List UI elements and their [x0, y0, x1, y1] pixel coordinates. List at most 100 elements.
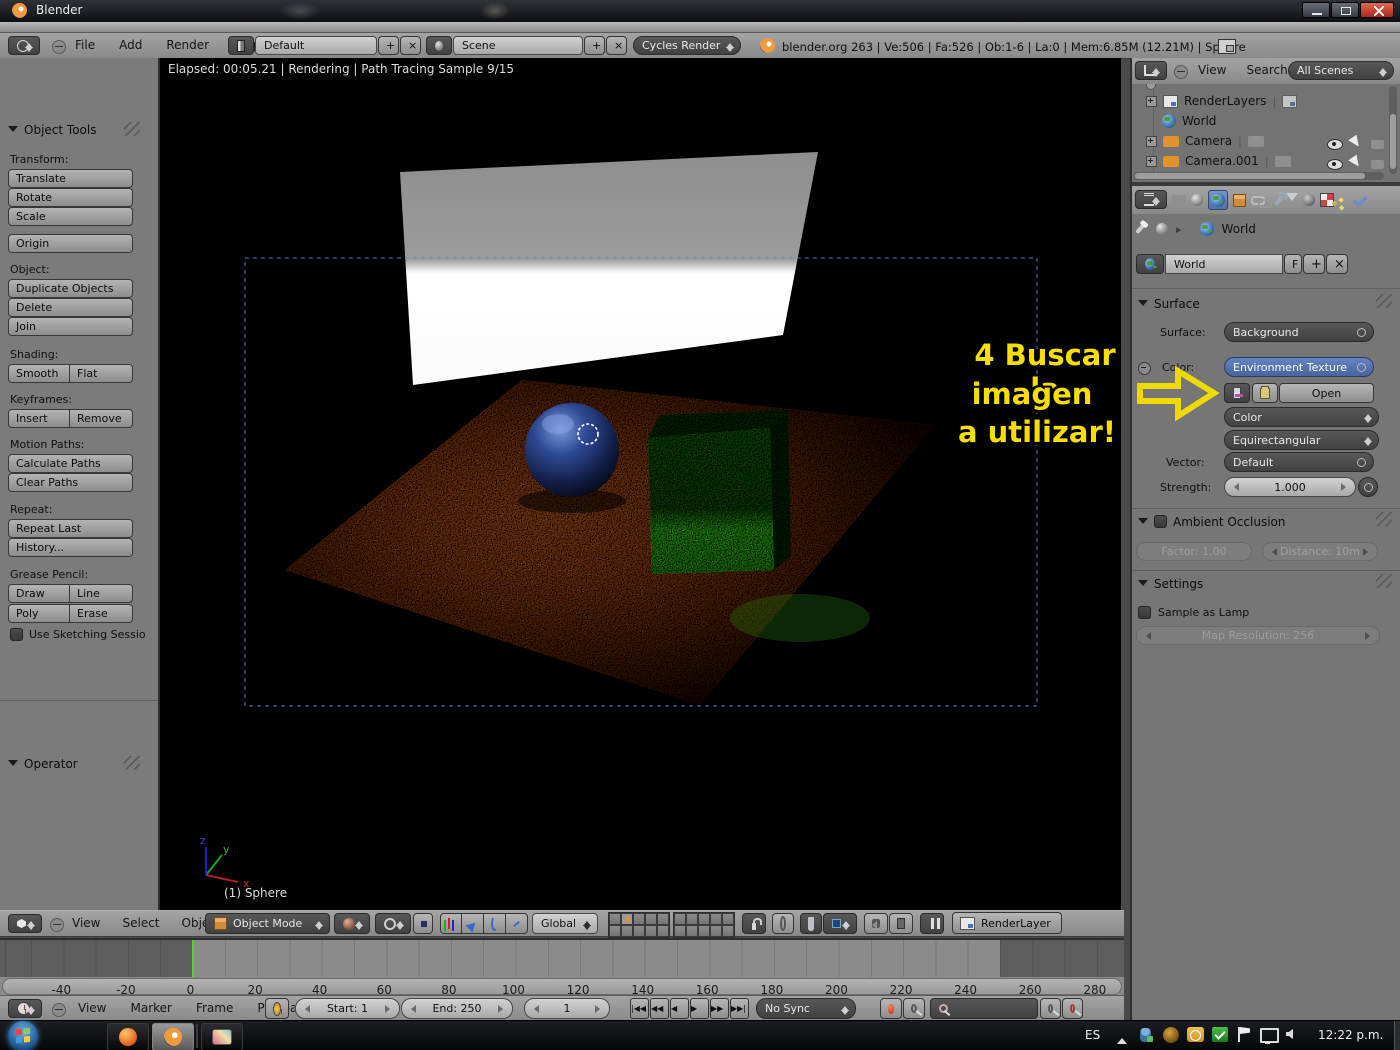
- scene-add-button[interactable]: +: [584, 36, 605, 55]
- outliner-item-label[interactable]: World: [1182, 114, 1216, 128]
- join-button[interactable]: Join: [8, 317, 133, 336]
- screen-name-field[interactable]: Default: [255, 36, 377, 55]
- start-button[interactable]: [8, 1021, 38, 1050]
- orientation-dropdown[interactable]: Global: [532, 913, 598, 934]
- expand-icon[interactable]: [1146, 135, 1157, 147]
- close-button[interactable]: [1360, 2, 1394, 18]
- auto-keying-mode-button[interactable]: [903, 998, 925, 1019]
- playback-button[interactable]: ▶▶: [710, 998, 729, 1019]
- rotate-manipulator-button[interactable]: [484, 913, 506, 934]
- tab-data-icon[interactable]: [1286, 193, 1298, 207]
- line-button[interactable]: Line: [70, 584, 133, 603]
- renderable-camera-icon[interactable]: [1371, 159, 1384, 170]
- ao-distance-slider[interactable]: Distance: 10m: [1262, 542, 1378, 561]
- tab-constraints-icon[interactable]: [1251, 195, 1272, 208]
- object-tools-panel-header[interactable]: Object Tools: [8, 122, 96, 137]
- viewport-3d[interactable]: x y z Elapsed: 00:05.21 | Rendering | Pa…: [160, 58, 1121, 910]
- screen-delete-button[interactable]: ×: [400, 36, 421, 55]
- taskbar-paint-button[interactable]: [201, 1023, 243, 1050]
- info-menu-item[interactable]: Add: [119, 38, 142, 52]
- outliner-menu-item[interactable]: View: [1198, 63, 1226, 77]
- outliner-hscrollbar[interactable]: [1134, 172, 1384, 180]
- layers-grid-2[interactable]: [673, 912, 735, 938]
- frame-start-field[interactable]: Start: 1: [295, 998, 400, 1019]
- tray-flag-icon[interactable]: [1238, 1027, 1250, 1042]
- tab-physics-icon[interactable]: [1352, 192, 1368, 208]
- outliner-item-label[interactable]: Camera.001: [1185, 154, 1259, 168]
- repeat-last-button[interactable]: Repeat Last: [8, 519, 133, 538]
- opengl-render-button[interactable]: [864, 913, 888, 934]
- insert-keyframe-button[interactable]: Insert: [8, 409, 70, 428]
- surface-type-dropdown[interactable]: Background: [1224, 322, 1374, 342]
- eye-icon[interactable]: [1327, 138, 1343, 150]
- translate-manipulator-button[interactable]: [462, 913, 484, 934]
- editor-type-button-outliner[interactable]: [1135, 61, 1167, 80]
- pause-render-button[interactable]: [920, 913, 944, 934]
- screen-browse-button[interactable]: [228, 36, 254, 55]
- delete-keyframes-button[interactable]: [1062, 998, 1083, 1019]
- settings-panel-header[interactable]: Settings: [1138, 576, 1203, 591]
- world-name-field[interactable]: World: [1165, 254, 1283, 274]
- tab-world-active[interactable]: [1208, 190, 1228, 210]
- auto-keyframe-button[interactable]: [880, 998, 902, 1019]
- tray-antivirus-icon[interactable]: [1212, 1027, 1228, 1042]
- outliner-menu-item[interactable]: Search: [1246, 63, 1287, 77]
- view3d-menu-item[interactable]: View: [72, 916, 100, 930]
- outliner-scope-dropdown[interactable]: All Scenes: [1288, 61, 1394, 80]
- tray-volume-icon[interactable]: [1286, 1029, 1293, 1039]
- new-world-button[interactable]: +: [1303, 254, 1325, 274]
- tray-network-icon[interactable]: [1260, 1028, 1279, 1044]
- taskbar-firefox-button[interactable]: [107, 1023, 149, 1050]
- playback-button[interactable]: ▶: [690, 998, 709, 1019]
- strength-slider[interactable]: 1.000: [1224, 477, 1356, 497]
- eye-icon[interactable]: [1327, 158, 1343, 170]
- open-image-button[interactable]: Open: [1279, 383, 1374, 403]
- remove-keyframe-button[interactable]: Remove: [70, 409, 133, 428]
- info-menu-item[interactable]: Render: [166, 38, 209, 52]
- current-frame-field[interactable]: 1: [524, 998, 610, 1019]
- projection-dropdown[interactable]: Equirectangular: [1224, 430, 1379, 450]
- tray-expand-icon[interactable]: [1117, 1033, 1127, 1044]
- pivot-dropdown[interactable]: [375, 913, 411, 934]
- render-layer-dropdown[interactable]: RenderLayer: [952, 912, 1062, 934]
- clear-paths-button[interactable]: Clear Paths: [8, 473, 133, 492]
- ao-factor-slider[interactable]: Factor: 1.00: [1136, 542, 1252, 561]
- image-folder-button[interactable]: [1252, 383, 1278, 403]
- unlink-socket-icon[interactable]: [1138, 362, 1151, 375]
- viewport-shading-dropdown[interactable]: [334, 913, 370, 934]
- surface-panel-header[interactable]: Surface: [1138, 296, 1200, 311]
- scale-manipulator-button[interactable]: [506, 913, 528, 934]
- collapse-menus-icon[interactable]: [52, 40, 66, 54]
- window-duplicate-icon[interactable]: [1218, 39, 1236, 54]
- collapse-menus-icon[interactable]: [52, 1003, 66, 1017]
- map-resolution-slider[interactable]: Map Resolution: 256: [1136, 626, 1380, 645]
- image-browse-button[interactable]: [1224, 383, 1250, 403]
- layers-grid-1[interactable]: [608, 912, 670, 938]
- renderable-camera-icon[interactable]: [1371, 139, 1384, 150]
- manipulator-toggle-button[interactable]: [440, 913, 462, 934]
- playback-button[interactable]: ▶▶|: [730, 998, 749, 1019]
- render-engine-dropdown[interactable]: Cycles Render: [633, 36, 741, 55]
- outliner-row-renderlayers[interactable]: RenderLayers |: [1146, 94, 1298, 108]
- timeline-editor[interactable]: -40 -20 0 20 40 60 80 100 120 140 160 180 200 220 240 2…: [0, 938, 1124, 995]
- smooth-button[interactable]: Smooth: [8, 364, 70, 383]
- expand-icon[interactable]: [1146, 155, 1157, 167]
- tray-sync-icon[interactable]: [1163, 1027, 1179, 1043]
- rotate-button[interactable]: Rotate: [8, 188, 133, 207]
- flat-button[interactable]: Flat: [70, 364, 133, 383]
- current-frame-line[interactable]: [192, 940, 194, 977]
- editor-type-button-properties[interactable]: [1135, 190, 1167, 209]
- ao-checkbox[interactable]: [1154, 515, 1167, 528]
- minimize-button[interactable]: [1302, 2, 1330, 18]
- info-menu-item[interactable]: File: [75, 38, 95, 52]
- screen-add-button[interactable]: +: [378, 36, 399, 55]
- fake-user-button[interactable]: F: [1284, 254, 1302, 274]
- collapse-menus-icon[interactable]: [50, 918, 64, 932]
- tab-object-icon[interactable]: [1233, 193, 1246, 207]
- breadcrumb-label[interactable]: World: [1222, 222, 1256, 236]
- scene-browse-button[interactable]: [426, 36, 452, 55]
- duplicate-objects-button[interactable]: Duplicate Objects: [8, 279, 133, 298]
- timeline-menu-item[interactable]: Frame: [196, 1001, 233, 1015]
- timeline-ruler-scrollbar[interactable]: -40 -20 0 20 40 60 80 100 120 140 160 180 200 220 240 2…: [2, 978, 1122, 995]
- insert-keyframes-button[interactable]: [1040, 998, 1061, 1019]
